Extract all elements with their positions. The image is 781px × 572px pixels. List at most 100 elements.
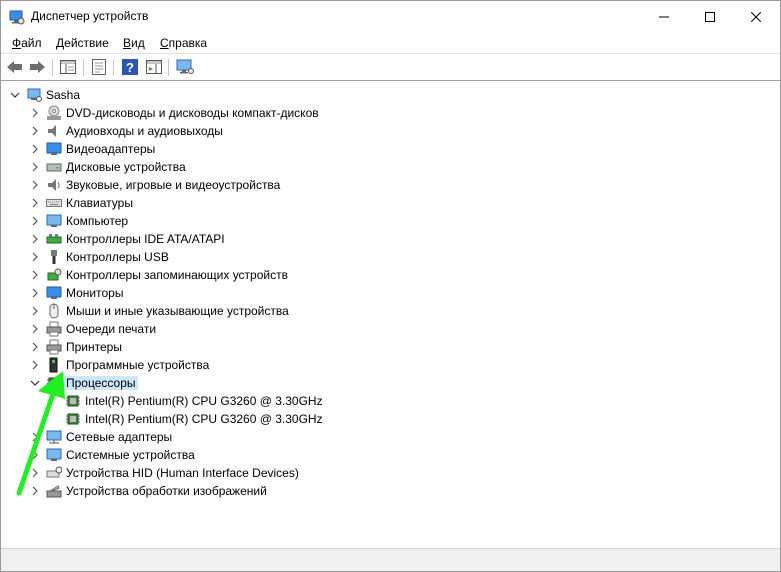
status-bar [1, 548, 780, 571]
chevron-right-icon[interactable] [30, 324, 40, 334]
network-adapter-icon [46, 430, 62, 444]
scan-hardware-button[interactable] [175, 58, 195, 76]
device-manager-window: Диспетчер устройств Файл Действие Вид Сп… [0, 0, 781, 572]
forward-arrow-icon [30, 61, 45, 73]
menu-help[interactable]: Справка [160, 36, 207, 50]
svg-text:?: ? [126, 60, 134, 75]
mouse-icon [49, 303, 59, 319]
chevron-right-icon[interactable] [30, 468, 40, 478]
tree-item-processors[interactable]: Процессоры [2, 374, 762, 392]
tree-item-audio-io[interactable]: Аудиовходы и аудиовыходы [2, 122, 762, 140]
minimize-icon [659, 16, 669, 17]
storage-controller-icon [47, 268, 62, 281]
chevron-right-icon[interactable] [30, 450, 40, 460]
tree-item-keyboards[interactable]: Клавиатуры [2, 194, 762, 212]
tree-item-video-adapters[interactable]: Видеоадаптеры [2, 140, 762, 158]
tree-item-monitors[interactable]: Мониторы [2, 284, 762, 302]
menu-file[interactable]: Файл [12, 36, 42, 50]
tree-item-storage-controllers[interactable]: Контроллеры запоминающих устройств [2, 266, 762, 284]
help-button[interactable]: ? [120, 58, 140, 76]
chevron-right-icon[interactable] [30, 108, 40, 118]
software-device-icon [49, 357, 58, 373]
processor-icon [66, 413, 80, 425]
chevron-right-icon[interactable] [30, 486, 40, 496]
imaging-device-icon [46, 485, 62, 498]
chevron-right-icon[interactable] [30, 162, 40, 172]
computer-name: Sasha [46, 88, 81, 102]
tree-item-imaging-devices[interactable]: Устройства обработки изображений [2, 482, 762, 500]
chevron-right-icon[interactable] [30, 180, 40, 190]
tree-item-dvd[interactable]: DVD-дисководы и дисководы компакт-дисков [2, 104, 762, 122]
chevron-right-icon[interactable] [30, 342, 40, 352]
show-hide-console-tree-button[interactable] [58, 58, 78, 76]
chevron-right-icon[interactable] [30, 270, 40, 280]
tree-item-cpu[interactable]: Intel(R) Pentium(R) CPU G3260 @ 3.30GHz [2, 410, 762, 428]
forward-button[interactable] [27, 58, 47, 76]
processor-icon [47, 377, 61, 389]
disk-drive-icon [46, 163, 62, 172]
device-manager-icon [9, 10, 25, 25]
tree-root[interactable]: Sasha [2, 86, 762, 104]
help-icon: ? [122, 59, 138, 75]
action-pane-button[interactable] [144, 58, 164, 76]
title-bar: Диспетчер устройств [1, 1, 780, 32]
tree-item-hid[interactable]: Устройства HID (Human Interface Devices) [2, 464, 762, 482]
close-icon [751, 11, 761, 22]
window-title: Диспетчер устройств [31, 9, 149, 23]
device-tree: Sasha DVD-дисководы и дисководы компакт-… [2, 83, 779, 547]
chevron-right-icon[interactable] [30, 306, 40, 316]
minimize-button[interactable] [641, 1, 687, 32]
tree-item-computer[interactable]: Компьютер [2, 212, 762, 230]
chevron-down-icon[interactable] [10, 90, 20, 100]
console-tree-icon [60, 60, 76, 74]
chevron-right-icon[interactable] [30, 126, 40, 136]
chevron-right-icon[interactable] [30, 432, 40, 442]
menu-view[interactable]: Вид [123, 36, 145, 50]
close-button[interactable] [733, 1, 779, 32]
back-arrow-icon [7, 61, 22, 73]
chevron-right-icon[interactable] [30, 144, 40, 154]
system-device-icon [46, 448, 62, 461]
tree-item-ide-controllers[interactable]: Контроллеры IDE ATA/ATAPI [2, 230, 762, 248]
monitor-scan-icon [176, 59, 194, 74]
tree-item-system-devices[interactable]: Системные устройства [2, 446, 762, 464]
back-button[interactable] [5, 58, 25, 76]
maximize-button[interactable] [687, 1, 733, 32]
tree-item-mice[interactable]: Мыши и иные указывающие устройства [2, 302, 762, 320]
keyboard-icon [46, 199, 62, 207]
computer-icon [46, 214, 62, 227]
tree-item-sound-devices[interactable]: Звуковые, игровые и видеоустройства [2, 176, 762, 194]
toolbar: ? [1, 54, 780, 81]
processor-icon [66, 395, 80, 407]
chevron-down-icon[interactable] [30, 378, 40, 388]
maximize-icon [705, 11, 715, 22]
speaker-icon [48, 179, 60, 191]
chevron-right-icon[interactable] [30, 198, 40, 208]
usb-icon [51, 250, 57, 264]
monitor-icon [46, 286, 62, 299]
chevron-right-icon[interactable] [30, 360, 40, 370]
chevron-right-icon[interactable] [30, 252, 40, 262]
tree-item-usb-controllers[interactable]: Контроллеры USB [2, 248, 762, 266]
dvd-drive-icon [47, 105, 61, 120]
tree-item-printers[interactable]: Принтеры [2, 338, 762, 356]
chevron-right-icon[interactable] [30, 234, 40, 244]
properties-button[interactable] [89, 58, 109, 76]
properties-icon [92, 59, 106, 75]
speaker-icon [48, 125, 56, 137]
printer-icon [46, 339, 62, 355]
menu-action[interactable]: Действие [56, 36, 109, 50]
chevron-right-icon[interactable] [30, 288, 40, 298]
chevron-right-icon[interactable] [30, 216, 40, 226]
tree-item-disk-drives[interactable]: Дисковые устройства [2, 158, 762, 176]
action-pane-icon [146, 60, 162, 74]
print-queue-icon [46, 321, 62, 337]
tree-item-network-adapters[interactable]: Сетевые адаптеры [2, 428, 762, 446]
tree-item-cpu[interactable]: Intel(R) Pentium(R) CPU G3260 @ 3.30GHz [2, 392, 762, 410]
ide-controller-icon [46, 234, 62, 244]
computer-root-icon [27, 88, 42, 102]
menu-bar: Файл Действие Вид Справка [1, 32, 780, 54]
tree-item-software-devices[interactable]: Программные устройства [2, 356, 762, 374]
monitor-icon [46, 142, 62, 155]
tree-item-print-queues[interactable]: Очереди печати [2, 320, 762, 338]
